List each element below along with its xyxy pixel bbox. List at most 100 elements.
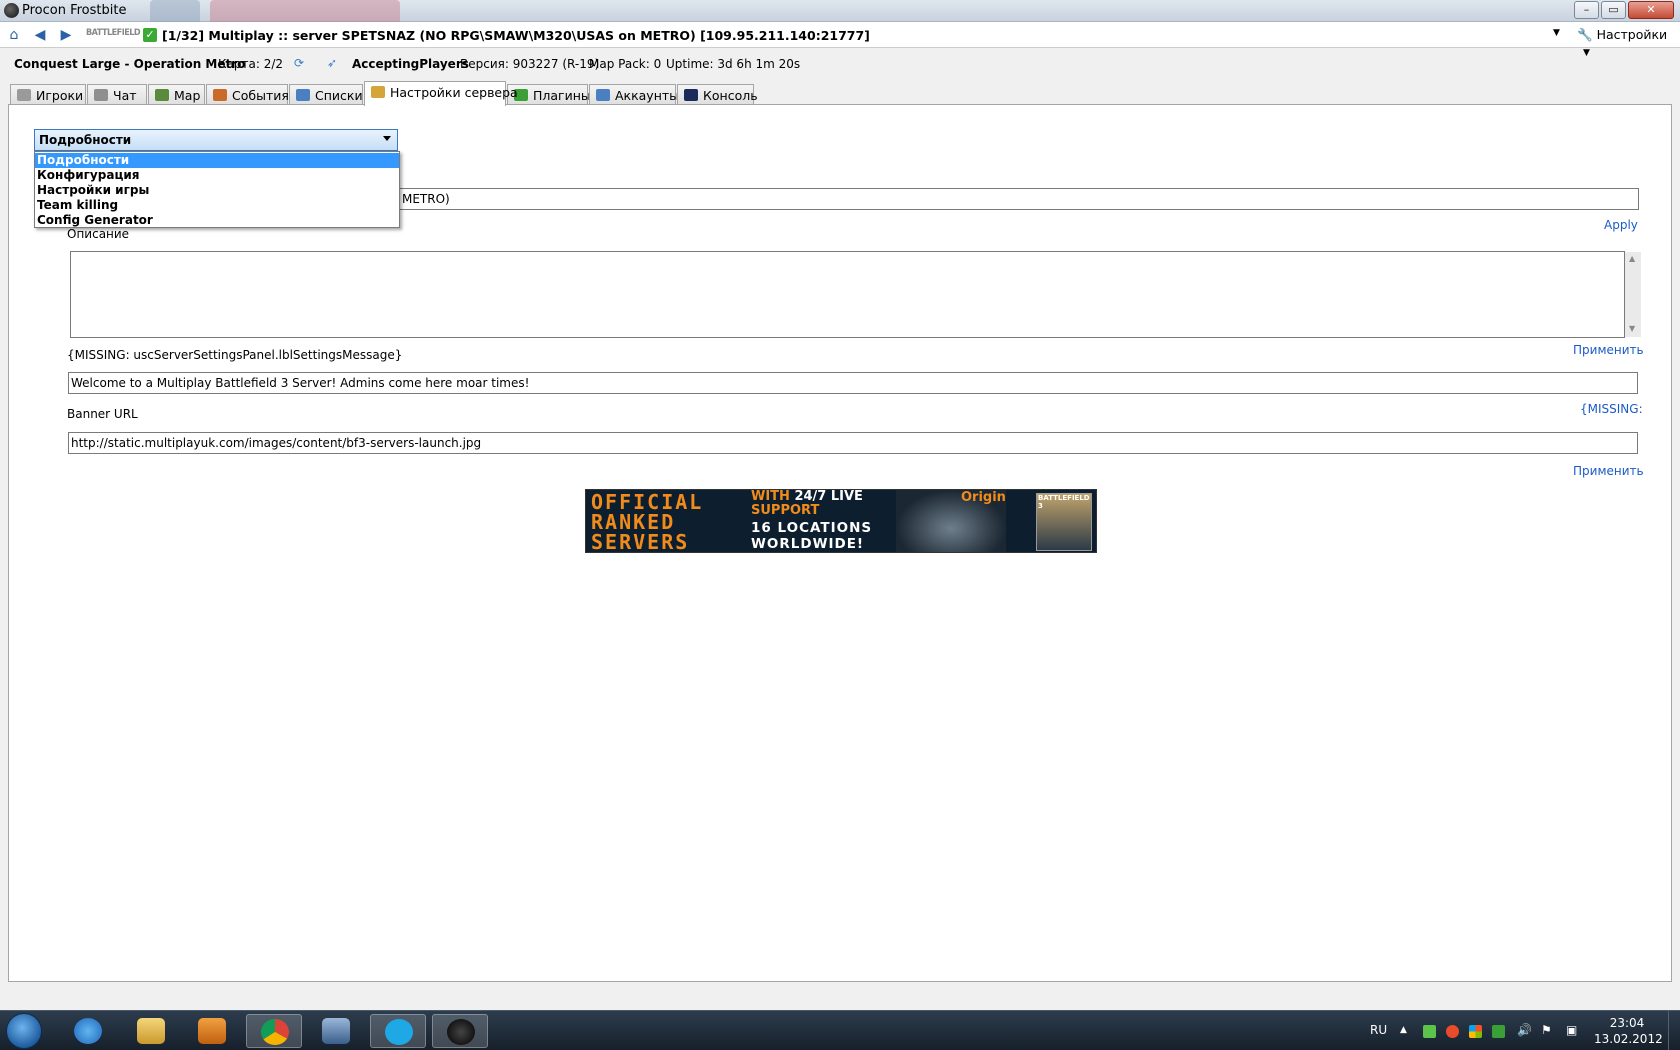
server-dropdown-arrow-icon[interactable]: ▼ — [1553, 28, 1560, 38]
taskbar-procon-frostbite[interactable] — [432, 1014, 488, 1048]
apply-description-link[interactable]: Применить — [1573, 343, 1644, 357]
settings-section-dropdown: Подробности Конфигурация Настройки игры … — [34, 151, 400, 228]
dropdown-option-configuration[interactable]: Конфигурация — [35, 168, 399, 183]
action-center-flag-icon[interactable]: ⚑ — [1541, 1023, 1552, 1037]
media-player-icon — [198, 1018, 226, 1044]
minimize-button[interactable]: – — [1574, 1, 1599, 19]
connected-check-icon: ✓ — [143, 28, 157, 42]
tab-server-settings[interactable]: Настройки сервера — [364, 81, 518, 106]
banner-headline: OFFICIAL RANKED SERVERS — [591, 490, 704, 553]
description-label: Описание — [67, 227, 130, 241]
server-version: Версия: 903227 (R-19) — [460, 57, 600, 71]
tab-players[interactable]: Игроки — [10, 84, 86, 105]
players-icon — [17, 89, 31, 101]
server-message-input[interactable]: Welcome to a Multiplay Battlefield 3 Ser… — [68, 372, 1638, 394]
server-settings-icon — [371, 86, 385, 98]
tray-app-icon[interactable] — [1446, 1025, 1459, 1038]
show-desktop-button[interactable] — [1668, 1011, 1680, 1050]
window-titlebar: Procon Frostbite – ▭ ✕ — [0, 0, 1680, 22]
console-icon — [684, 89, 698, 101]
uptime: Uptime: 3d 6h 1m 20s — [666, 57, 801, 71]
dropdown-option-game-settings[interactable]: Настройки игры — [35, 183, 399, 198]
dropdown-option-details[interactable]: Подробности — [35, 153, 399, 168]
description-scrollbar[interactable]: ▲ ▼ — [1625, 252, 1641, 337]
procon-frostbite-icon — [447, 1019, 475, 1045]
settings-section-value: Подробности — [39, 133, 132, 147]
settings-section-select[interactable]: Подробности — [34, 129, 398, 151]
forward-arrow-icon[interactable]: ▶ — [58, 27, 74, 43]
home-icon[interactable]: ⌂ — [6, 27, 22, 43]
explorer-icon — [137, 1018, 165, 1044]
procon-icon — [322, 1018, 350, 1044]
tab-map[interactable]: Мар — [148, 84, 205, 105]
tab-events[interactable]: События — [206, 84, 289, 105]
language-indicator[interactable]: RU — [1370, 1023, 1387, 1037]
procon-app-icon — [4, 3, 19, 18]
volume-icon[interactable]: 🔊 — [1517, 1023, 1532, 1037]
windows-taskbar: RU ▲ 🔊 ⚑ ▣ 23:04 13.02.2012 — [0, 1010, 1680, 1050]
tab-lists[interactable]: Списки — [289, 84, 363, 105]
system-clock[interactable]: 23:04 13.02.2012 — [1594, 1015, 1663, 1047]
clock-date: 13.02.2012 — [1594, 1032, 1663, 1046]
dropdown-option-config-generator[interactable]: Config Generator — [35, 213, 399, 228]
map-pack: Map Pack: 0 — [589, 57, 662, 71]
maximize-button[interactable]: ▭ — [1601, 1, 1626, 19]
taskbar-ie[interactable] — [60, 1014, 116, 1048]
missing-text-link[interactable]: {MISSING: — [1580, 402, 1643, 416]
taskbar-procon[interactable] — [308, 1014, 364, 1048]
banner-locations-text: 16 LOCATIONS WORLDWIDE! — [751, 520, 873, 552]
taskbar-explorer[interactable] — [123, 1014, 179, 1048]
banner-support-text: WITH 24/7 LIVE SUPPORT — [751, 489, 863, 518]
settings-menu-label: Настройки — [1596, 27, 1668, 42]
back-arrow-icon[interactable]: ◀ — [32, 27, 48, 43]
tray-expand-icon[interactable]: ▲ — [1400, 1025, 1407, 1035]
server-status-bar: Conquest Large - Operation Metro Карта: … — [0, 52, 1680, 76]
apply-server-name-link[interactable]: Apply — [1604, 218, 1638, 232]
accounts-icon — [596, 89, 610, 101]
tab-chat[interactable]: Чат — [87, 84, 147, 105]
clock-time: 23:04 — [1609, 1016, 1645, 1030]
scroll-up-icon[interactable]: ▲ — [1629, 254, 1635, 263]
banner-url-input[interactable]: http://static.multiplayuk.com/images/con… — [68, 432, 1638, 454]
skype-icon — [385, 1019, 413, 1045]
lists-icon — [296, 89, 310, 101]
events-icon — [213, 89, 227, 101]
game-box-label: BATTLEFIELD 3 — [1038, 494, 1090, 510]
map-icon — [155, 89, 169, 101]
tab-console[interactable]: Консоль — [677, 84, 758, 105]
description-textarea[interactable] — [70, 251, 1625, 338]
window-title: Procon Frostbite — [22, 3, 127, 18]
tray-app-icon[interactable] — [1492, 1025, 1505, 1038]
tab-accounts[interactable]: Аккаунты — [589, 84, 679, 105]
start-button[interactable] — [6, 1013, 42, 1049]
settings-message-label: {MISSING: uscServerSettingsPanel.lblSett… — [67, 348, 403, 362]
chevron-down-icon — [383, 136, 391, 141]
server-message-value: Welcome to a Multiplay Battlefield 3 Ser… — [71, 376, 530, 390]
battlefield-logo: BATTLEFIELD 3 — [86, 28, 148, 38]
round-counter: Карта: 2/2 — [218, 57, 284, 71]
current-map: Conquest Large - Operation Metro — [14, 57, 246, 71]
server-selector[interactable]: [1/32] Multiplay :: server SPETSNAZ (NO … — [162, 28, 870, 43]
tray-app-icon[interactable] — [1469, 1025, 1482, 1038]
server-name-value: METRO) — [402, 192, 450, 206]
ie-icon — [74, 1018, 102, 1044]
server-navbar: ⌂ ◀ ▶ BATTLEFIELD 3 ✓ [1/32] Multiplay :… — [0, 22, 1680, 58]
dropdown-option-team-killing[interactable]: Team killing — [35, 198, 399, 213]
scroll-down-icon[interactable]: ▼ — [1629, 324, 1635, 333]
taskbar-skype[interactable] — [370, 1014, 426, 1048]
network-icon[interactable]: ▣ — [1566, 1023, 1577, 1037]
refresh-icon[interactable]: ⟳ — [294, 56, 304, 70]
background-window-tab — [150, 0, 200, 22]
wrench-icon: 🔧 — [1577, 27, 1593, 42]
banner-url-label: Banner URL — [67, 407, 138, 421]
server-banner-image: OFFICIAL RANKED SERVERS WITH 24/7 LIVE S… — [585, 489, 1097, 553]
origin-logo: Origin — [961, 490, 1006, 505]
tray-app-icon[interactable] — [1423, 1025, 1436, 1038]
banner-url-value: http://static.multiplayuk.com/images/con… — [71, 436, 482, 450]
apply-banner-link[interactable]: Применить — [1573, 464, 1644, 478]
taskbar-chrome[interactable] — [246, 1014, 302, 1048]
chrome-icon — [261, 1019, 289, 1045]
taskbar-media-player[interactable] — [184, 1014, 240, 1048]
accepting-players-icon: ➶ — [327, 56, 338, 70]
close-button[interactable]: ✕ — [1628, 1, 1674, 19]
